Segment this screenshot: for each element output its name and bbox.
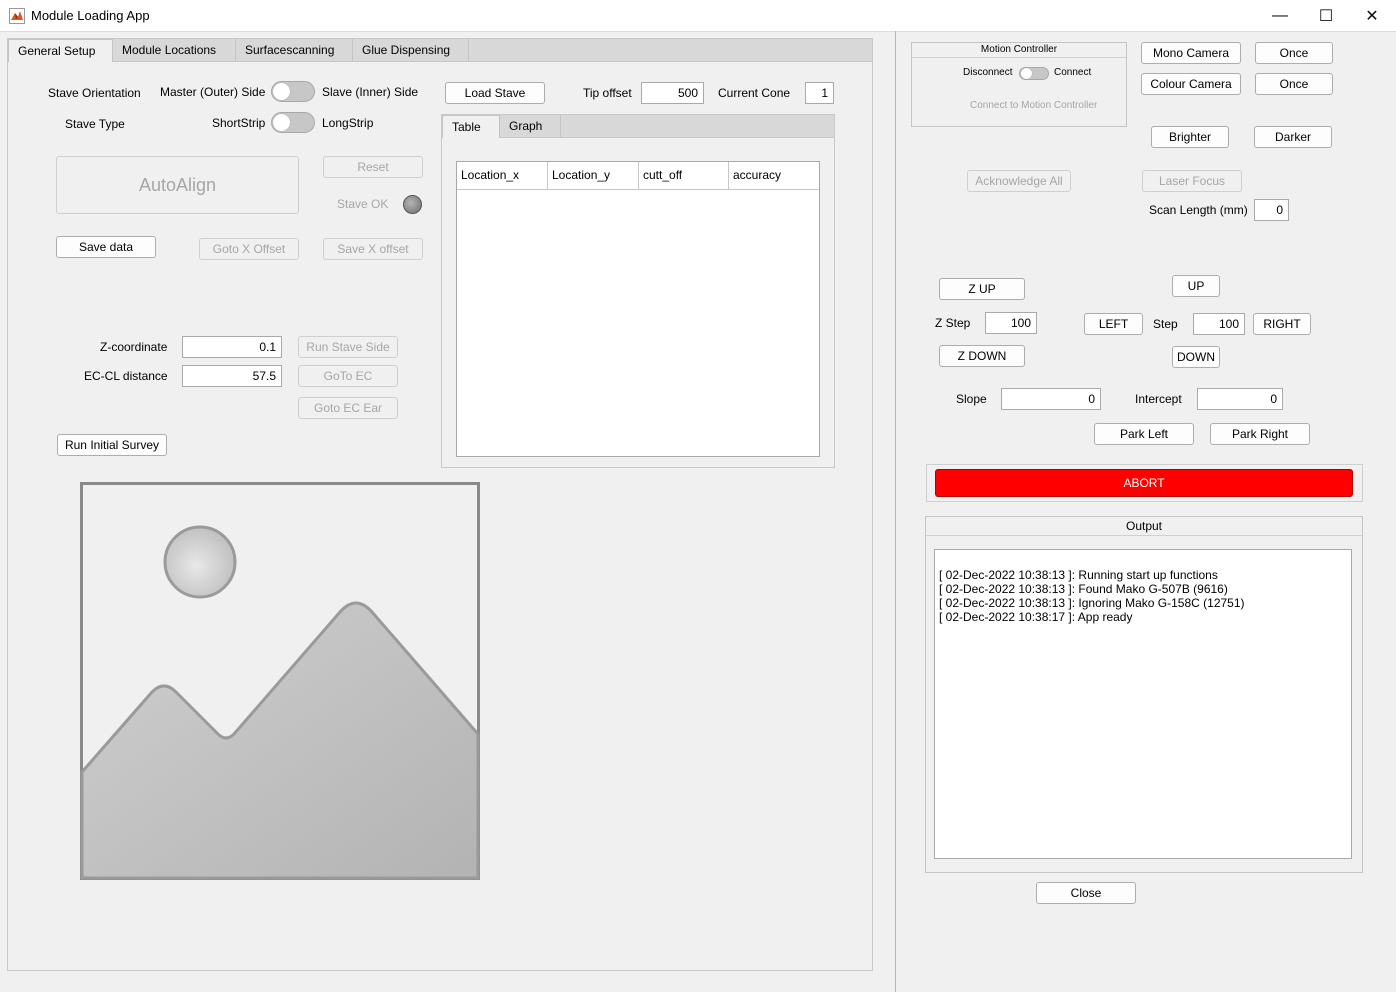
down-button[interactable]: DOWN <box>1172 346 1220 368</box>
tab-module-locations[interactable]: Module Locations <box>113 39 236 61</box>
title-bar: Module Loading App — ☐ ✕ <box>0 0 1396 32</box>
darker-button[interactable]: Darker <box>1254 126 1332 148</box>
locations-table: Location_x Location_y cutt_off accuracy <box>456 161 820 457</box>
z-down-button[interactable]: Z DOWN <box>939 345 1025 367</box>
close-button[interactable]: Close <box>1036 882 1136 904</box>
current-cone-label: Current Cone <box>718 86 791 100</box>
intercept-field[interactable]: 0 <box>1197 388 1283 410</box>
stave-orientation-label: Stave Orientation <box>48 86 141 100</box>
step-label: Step <box>1153 317 1178 331</box>
log-line: [ 02-Dec-2022 10:38:13 ]: Ignoring Mako … <box>939 596 1245 610</box>
laser-focus-button[interactable]: Laser Focus <box>1142 170 1242 192</box>
goto-ec-ear-button[interactable]: Goto EC Ear <box>298 397 398 419</box>
maximize-button[interactable]: ☐ <box>1303 0 1349 31</box>
current-cone-field[interactable]: 1 <box>805 82 834 104</box>
stave-ok-lamp <box>403 195 422 214</box>
z-step-label: Z Step <box>935 316 971 330</box>
output-title: Output <box>926 517 1362 536</box>
brighter-button[interactable]: Brighter <box>1151 126 1229 148</box>
disconnect-label: Disconnect <box>963 67 1013 78</box>
goto-x-offset-button[interactable]: Goto X Offset <box>199 238 299 260</box>
colour-camera-button[interactable]: Colour Camera <box>1141 73 1241 95</box>
run-initial-survey-button[interactable]: Run Initial Survey <box>57 434 167 456</box>
reset-button[interactable]: Reset <box>323 156 423 178</box>
main-tab-bar: General Setup Module Locations Surfacesc… <box>8 39 872 62</box>
motion-status-text: Connect to Motion Controller <box>970 100 1098 111</box>
longstrip-label: LongStrip <box>322 116 374 130</box>
image-placeholder <box>80 482 480 880</box>
z-coordinate-field[interactable]: 0.1 <box>182 336 282 358</box>
park-right-button[interactable]: Park Right <box>1210 423 1310 445</box>
window-title: Module Loading App <box>31 8 150 23</box>
autoalign-button[interactable]: AutoAlign <box>56 156 299 214</box>
run-stave-side-button[interactable]: Run Stave Side <box>298 336 398 358</box>
column-header[interactable]: Location_y <box>548 162 639 189</box>
ec-cl-distance-field[interactable]: 57.5 <box>182 365 282 387</box>
tab-table[interactable]: Table <box>442 115 500 138</box>
log-line: [ 02-Dec-2022 10:38:13 ]: Found Mako G-5… <box>939 582 1228 596</box>
orientation-toggle[interactable] <box>271 81 315 102</box>
shortstrip-label: ShortStrip <box>212 116 266 130</box>
z-step-field[interactable]: 100 <box>985 312 1037 334</box>
abort-button[interactable]: ABORT <box>935 469 1353 497</box>
tip-offset-label: Tip offset <box>583 86 632 100</box>
motion-controller-title: Motion Controller <box>912 43 1126 58</box>
ec-cl-distance-label: EC-CL distance <box>84 369 168 383</box>
column-header[interactable]: accuracy <box>729 162 819 189</box>
table-header: Location_x Location_y cutt_off accuracy <box>457 162 819 190</box>
motion-connect-toggle[interactable] <box>1019 67 1049 80</box>
save-data-button[interactable]: Save data <box>56 236 156 258</box>
inner-tab-bar: Table Graph <box>442 115 834 138</box>
stave-type-toggle[interactable] <box>271 112 315 133</box>
park-left-button[interactable]: Park Left <box>1094 423 1194 445</box>
log-line: [ 02-Dec-2022 10:38:13 ]: Running start … <box>939 568 1218 582</box>
slave-side-label: Slave (Inner) Side <box>322 85 419 99</box>
save-x-offset-button[interactable]: Save X offset <box>323 238 423 260</box>
log-line: [ 02-Dec-2022 10:38:17 ]: App ready <box>939 610 1133 624</box>
load-stave-button[interactable]: Load Stave <box>445 82 545 104</box>
output-log[interactable]: [ 02-Dec-2022 10:38:13 ]: Running start … <box>934 549 1352 859</box>
tab-surfacescanning[interactable]: Surfacescanning <box>236 39 353 61</box>
acknowledge-all-button[interactable]: Acknowledge All <box>967 170 1071 192</box>
intercept-label: Intercept <box>1135 392 1182 406</box>
slope-label: Slope <box>956 392 987 406</box>
tab-glue-dispensing[interactable]: Glue Dispensing <box>353 39 469 61</box>
up-button[interactable]: UP <box>1172 275 1220 297</box>
step-field[interactable]: 100 <box>1193 313 1245 335</box>
scan-length-field[interactable]: 0 <box>1254 199 1289 221</box>
mono-camera-button[interactable]: Mono Camera <box>1141 42 1241 64</box>
slope-field[interactable]: 0 <box>1001 388 1101 410</box>
minimize-button[interactable]: — <box>1257 0 1303 31</box>
connect-label: Connect <box>1054 67 1092 78</box>
colour-once-button[interactable]: Once <box>1255 73 1333 95</box>
column-header[interactable]: cutt_off <box>639 162 729 189</box>
scan-length-label: Scan Length (mm) <box>1149 203 1248 217</box>
tip-offset-field[interactable]: 500 <box>641 82 704 104</box>
close-window-button[interactable]: ✕ <box>1349 0 1395 31</box>
goto-ec-button[interactable]: GoTo EC <box>298 365 398 387</box>
stave-type-label: Stave Type <box>65 117 125 131</box>
stave-ok-label: Stave OK <box>337 197 389 211</box>
z-up-button[interactable]: Z UP <box>939 278 1025 300</box>
app-icon <box>9 8 25 24</box>
panel-divider <box>895 31 896 992</box>
tab-graph[interactable]: Graph <box>500 115 561 137</box>
tab-general-setup[interactable]: General Setup <box>8 39 113 62</box>
left-button[interactable]: LEFT <box>1084 313 1143 335</box>
master-side-label: Master (Outer) Side <box>160 85 266 99</box>
right-button[interactable]: RIGHT <box>1253 313 1311 335</box>
mono-once-button[interactable]: Once <box>1255 42 1333 64</box>
z-coordinate-label: Z-coordinate <box>100 340 168 354</box>
column-header[interactable]: Location_x <box>457 162 548 189</box>
